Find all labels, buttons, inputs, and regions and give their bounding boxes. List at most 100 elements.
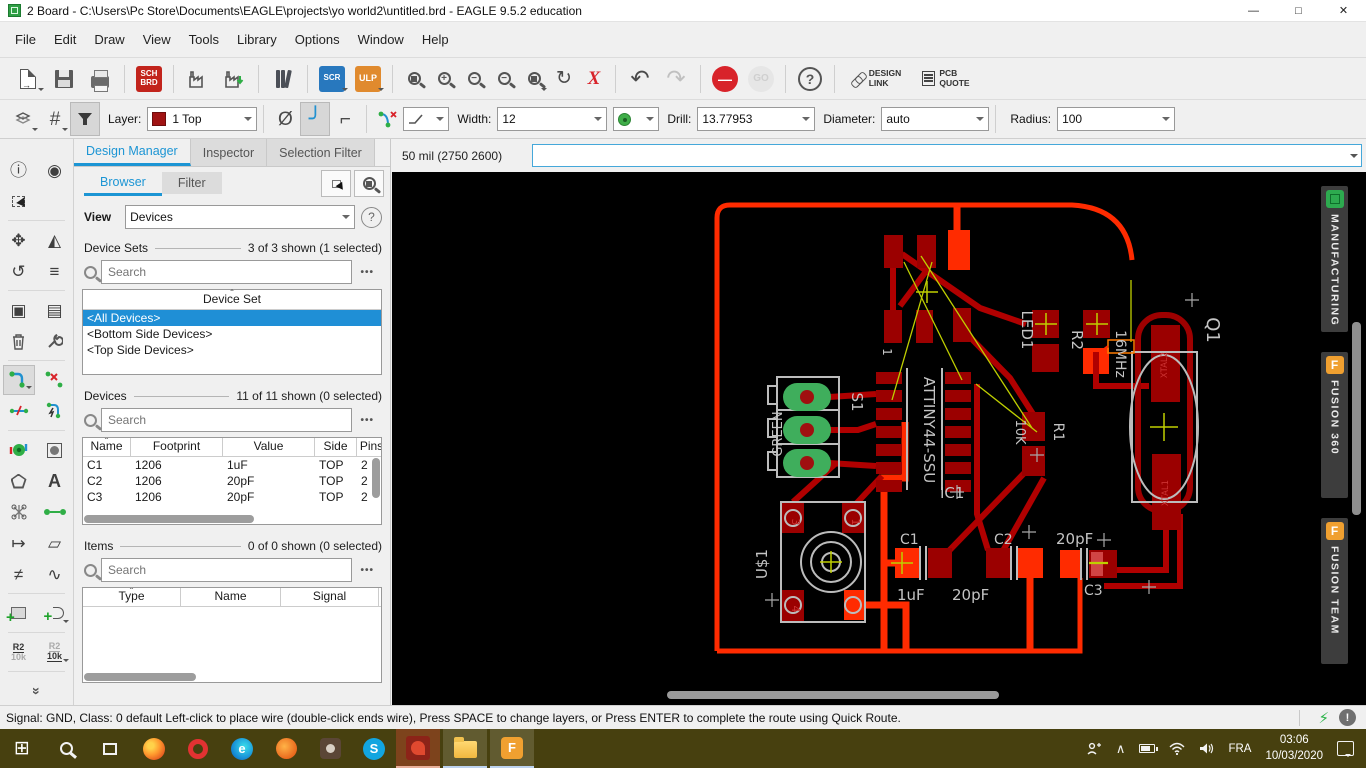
label-u1[interactable]: U$1 — [753, 549, 771, 579]
label-pad1[interactable]: 1 — [849, 519, 862, 526]
fusion-team-tab[interactable]: F FUSION TEAM — [1321, 518, 1348, 664]
delete-tool[interactable] — [3, 326, 35, 356]
paste-tool[interactable]: ▤ — [39, 295, 71, 325]
go-button[interactable]: GO — [743, 62, 779, 96]
wire-tool[interactable] — [39, 497, 71, 527]
bend-none-button[interactable]: Ø — [270, 102, 300, 136]
pcb-canvas[interactable]: 1 ATTINY44-SSU IC1 S1 GREEN U$1 LED1 R2 … — [392, 172, 1366, 705]
device-set-row-bottom[interactable]: <Bottom Side Devices> — [83, 326, 381, 342]
print-button[interactable] — [82, 62, 118, 96]
zoom-in-button[interactable]: + — [429, 62, 459, 96]
label-tool[interactable]: ↦ — [3, 528, 35, 558]
signal-traces[interactable] — [793, 254, 1180, 586]
col-side[interactable]: Side — [315, 438, 357, 456]
label-led1[interactable]: LED1 — [1018, 311, 1036, 350]
menu-help[interactable]: Help — [413, 28, 458, 52]
design-link-button[interactable]: DESIGNLINK — [841, 62, 911, 96]
label-r1[interactable]: R1 — [1050, 423, 1066, 442]
value-tool[interactable]: R210k — [39, 637, 71, 667]
rotate-tool[interactable]: ↺ — [3, 256, 35, 286]
search-options-button[interactable] — [84, 266, 97, 279]
view-help-button[interactable]: ? — [361, 207, 382, 228]
undo-button[interactable]: ↶ — [622, 62, 658, 96]
col-pins[interactable]: Pins — [357, 438, 382, 456]
meander-tool[interactable]: ∿ — [39, 559, 71, 589]
region-tool[interactable]: ▱ — [39, 528, 71, 558]
show-tool[interactable]: ◉ — [39, 155, 71, 185]
circle-tool[interactable] — [39, 435, 71, 465]
layer-settings-button[interactable] — [10, 102, 40, 136]
width-select[interactable]: 12 — [497, 107, 607, 131]
col-name[interactable]: ˆName — [83, 438, 131, 456]
menu-view[interactable]: View — [134, 28, 180, 52]
help-button[interactable]: ? — [792, 62, 828, 96]
label-ic-value[interactable]: ATTINY44-SSU — [920, 377, 938, 484]
tray-expand-chevron[interactable]: ∧ — [1116, 741, 1126, 757]
minimize-button[interactable]: — — [1231, 0, 1276, 21]
label-q1[interactable]: Q1 — [1202, 317, 1223, 343]
device-sets-search-input[interactable] — [106, 264, 347, 280]
through-hole-pads[interactable] — [783, 383, 831, 477]
label-ic-ref[interactable]: IC1 — [940, 484, 964, 502]
col-value[interactable]: Value — [223, 438, 315, 456]
zoom-selection-button[interactable] — [354, 170, 384, 197]
taskbar-edge[interactable]: e — [220, 729, 264, 768]
devices-search-input[interactable] — [106, 412, 347, 428]
device-set-row-all[interactable]: <All Devices> — [83, 310, 381, 326]
diameter-select[interactable]: auto — [881, 107, 989, 131]
menu-file[interactable]: File — [6, 28, 45, 52]
fusion-360-tab[interactable]: F FUSION 360 — [1321, 352, 1348, 498]
label-green[interactable]: GREEN — [771, 411, 786, 456]
canvas-vertical-scrollbar[interactable] — [1352, 322, 1361, 515]
name-tool[interactable]: R210k — [3, 637, 35, 667]
dimension-tool[interactable]: ≠ — [3, 559, 35, 589]
label-pad3[interactable]: 3 — [789, 519, 802, 526]
group-select-tool[interactable] — [3, 186, 35, 216]
device-row-c3[interactable]: C3 1206 20pF TOP 2 — [83, 489, 381, 505]
label-crystal-value[interactable]: 16MHz — [1112, 330, 1128, 378]
action-center-icon[interactable] — [1337, 741, 1354, 756]
zoom-redraw-button[interactable]: − — [489, 62, 519, 96]
taskbar-app-dark[interactable] — [308, 729, 352, 768]
taskbar-eagle[interactable] — [396, 729, 440, 768]
taskbar-clock[interactable]: 03:06 10/03/2020 — [1265, 733, 1323, 764]
cancel-button[interactable]: X — [579, 62, 609, 96]
tab-browser[interactable]: Browser — [84, 171, 162, 196]
col-signal[interactable]: Signal — [281, 588, 379, 606]
label-pad4[interactable]: 4 — [789, 606, 802, 613]
info-tool[interactable]: ⓘ — [3, 155, 35, 185]
filter-button[interactable] — [70, 102, 100, 136]
save-button[interactable] — [46, 62, 82, 96]
pcb-board-drawing[interactable]: 1 ATTINY44-SSU IC1 S1 GREEN U$1 LED1 R2 … — [392, 172, 1366, 705]
taskbar-search-button[interactable] — [44, 729, 88, 768]
battery-icon[interactable] — [1139, 744, 1155, 753]
manufacturing-tab[interactable]: MANUFACTURING — [1321, 186, 1348, 332]
tab-selection-filter[interactable]: Selection Filter — [267, 139, 375, 166]
items-search-input[interactable] — [106, 562, 347, 578]
taskbar-app-orange[interactable] — [264, 729, 308, 768]
refresh-button[interactable]: ↻ — [549, 62, 579, 96]
devices-horizontal-scrollbar[interactable] — [84, 515, 254, 523]
notification-alert-icon[interactable]: ! — [1339, 709, 1356, 726]
signal-tool[interactable] — [3, 497, 35, 527]
taskbar-skype[interactable]: S — [352, 729, 396, 768]
via-tool[interactable] — [3, 435, 35, 465]
radius-select[interactable]: 100 — [1057, 107, 1175, 131]
switch-sch-brd-button[interactable]: SCHBRD — [131, 62, 167, 96]
library-manager-button[interactable] — [265, 62, 301, 96]
add-gate-tool[interactable] — [39, 598, 71, 628]
label-c2-value[interactable]: 20pF — [952, 586, 989, 604]
bend-round-button[interactable]: ╯ — [300, 102, 330, 136]
menu-tools[interactable]: Tools — [180, 28, 228, 52]
command-input[interactable] — [532, 144, 1362, 167]
via-shape-select[interactable] — [613, 107, 659, 131]
copy-tool[interactable]: ▣ — [3, 295, 35, 325]
bend-miter-button[interactable]: ⌐ — [330, 102, 360, 136]
label-r2[interactable]: R2 — [1068, 330, 1086, 350]
language-indicator[interactable]: FRA — [1228, 743, 1251, 755]
maximize-button[interactable]: □ — [1276, 0, 1321, 21]
run-script-button[interactable]: SCR — [314, 62, 350, 96]
open-document-button[interactable] — [10, 62, 46, 96]
collapse-palette-button[interactable]: » — [21, 676, 53, 706]
stop-button[interactable]: — — [707, 62, 743, 96]
